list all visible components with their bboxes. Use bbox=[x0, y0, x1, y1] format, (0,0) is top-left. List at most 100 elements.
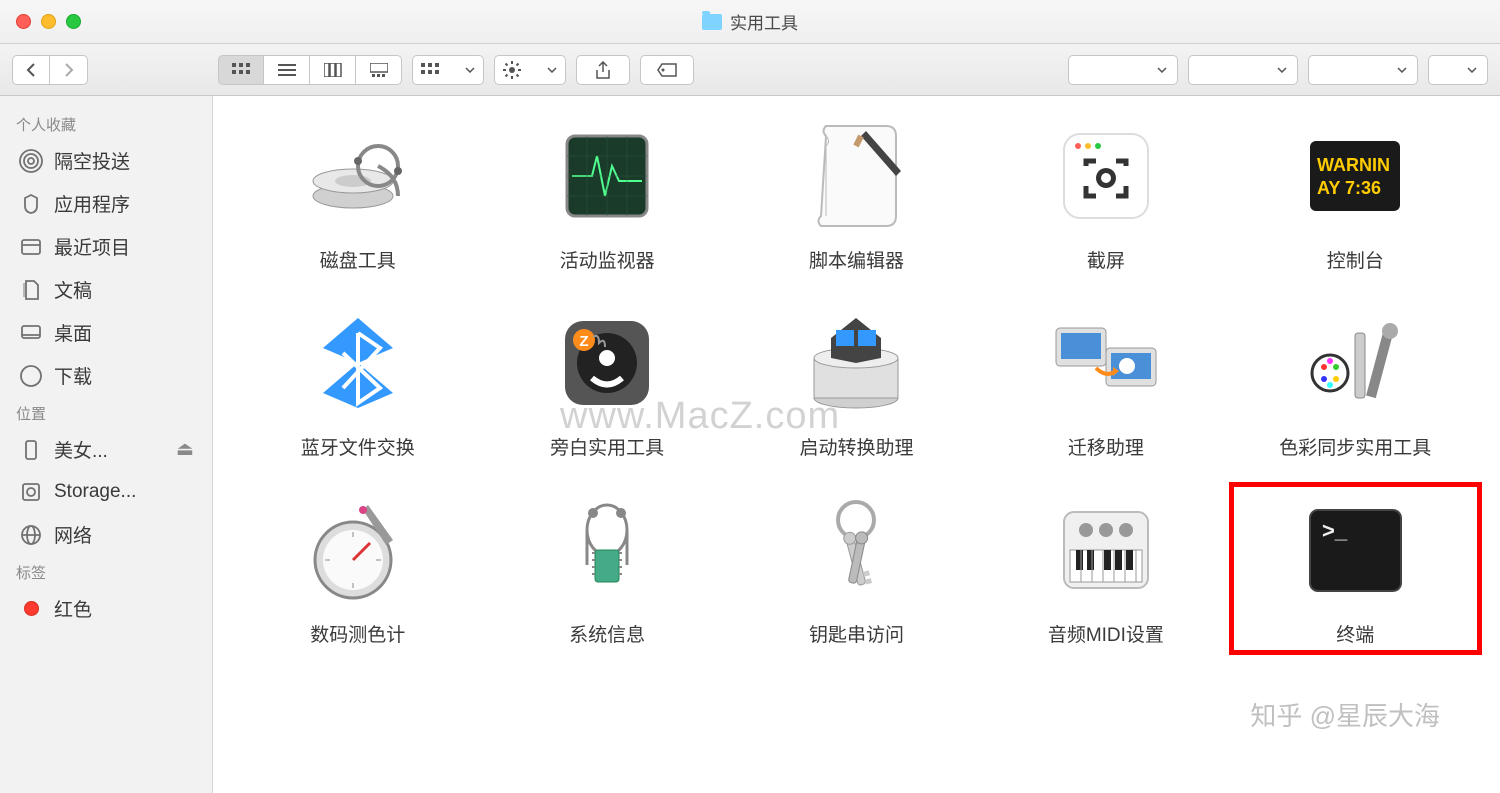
dropdown-1[interactable] bbox=[1068, 55, 1178, 85]
arrange-button[interactable] bbox=[412, 55, 484, 85]
apps-icon bbox=[18, 191, 44, 217]
content: 个人收藏隔空投送应用程序最近项目文稿桌面下载位置美女...⏏Storage...… bbox=[0, 96, 1500, 793]
app-script[interactable]: 脚本编辑器 bbox=[742, 116, 971, 273]
app-label: 脚本编辑器 bbox=[809, 246, 904, 273]
view-buttons bbox=[218, 55, 402, 85]
terminal-icon: >_ bbox=[1295, 490, 1415, 610]
app-colormeter[interactable]: 数码测色计 bbox=[243, 490, 472, 647]
svg-text:>_: >_ bbox=[1322, 518, 1348, 543]
sidebar-item-label: 隔空投送 bbox=[54, 147, 130, 174]
sidebar-header: 标签 bbox=[0, 556, 212, 587]
dropdown-4[interactable] bbox=[1428, 55, 1488, 85]
voiceover-icon: Z bbox=[547, 303, 667, 423]
bluetooth-icon bbox=[298, 303, 418, 423]
minimize-button[interactable] bbox=[41, 14, 56, 29]
recent-icon bbox=[18, 234, 44, 260]
desktop-icon bbox=[18, 320, 44, 346]
app-label: 数码测色计 bbox=[310, 620, 405, 647]
app-migration[interactable]: 迁移助理 bbox=[991, 303, 1220, 460]
midi-icon bbox=[1046, 490, 1166, 610]
disk-utility-icon bbox=[298, 116, 418, 236]
dropdown-2[interactable] bbox=[1188, 55, 1298, 85]
app-voiceover[interactable]: Z 旁白实用工具 bbox=[492, 303, 721, 460]
action-button[interactable] bbox=[494, 55, 566, 85]
app-terminal[interactable]: >_ 终端 bbox=[1241, 490, 1470, 647]
disk-icon bbox=[18, 479, 44, 505]
close-button[interactable] bbox=[16, 14, 31, 29]
gallery-view-button[interactable] bbox=[356, 55, 402, 85]
app-label: 旁白实用工具 bbox=[550, 433, 664, 460]
app-bluetooth[interactable]: 蓝牙文件交换 bbox=[243, 303, 472, 460]
app-label: 控制台 bbox=[1327, 246, 1384, 273]
app-activity[interactable]: 活动监视器 bbox=[492, 116, 721, 273]
svg-text:AY 7:36: AY 7:36 bbox=[1317, 178, 1381, 198]
app-label: 色彩同步实用工具 bbox=[1279, 433, 1431, 460]
share-button[interactable] bbox=[576, 55, 630, 85]
app-console[interactable]: WARNIN AY 7:36 控制台 bbox=[1241, 116, 1470, 273]
sidebar-item-label: 最近项目 bbox=[54, 233, 130, 260]
sidebar-item-label: 红色 bbox=[54, 595, 92, 622]
folder-icon bbox=[702, 14, 722, 30]
globe-icon bbox=[18, 522, 44, 548]
screenshot-icon bbox=[1046, 116, 1166, 236]
migration-icon bbox=[1046, 303, 1166, 423]
app-label: 系统信息 bbox=[569, 620, 645, 647]
back-button[interactable] bbox=[12, 55, 50, 85]
nav-buttons bbox=[12, 55, 88, 85]
sidebar-item-apps[interactable]: 应用程序 bbox=[0, 182, 212, 225]
icon-view-button[interactable] bbox=[218, 55, 264, 85]
app-label: 截屏 bbox=[1087, 246, 1125, 273]
column-view-button[interactable] bbox=[310, 55, 356, 85]
app-label: 迁移助理 bbox=[1068, 433, 1144, 460]
app-label: 活动监视器 bbox=[560, 246, 655, 273]
app-label: 终端 bbox=[1336, 620, 1374, 647]
app-midi[interactable]: 音频MIDI设置 bbox=[991, 490, 1220, 647]
sidebar-item-docs[interactable]: 文稿 bbox=[0, 268, 212, 311]
sidebar: 个人收藏隔空投送应用程序最近项目文稿桌面下载位置美女...⏏Storage...… bbox=[0, 96, 213, 793]
eject-icon[interactable]: ⏏ bbox=[176, 438, 194, 461]
sidebar-item-label: 应用程序 bbox=[54, 190, 130, 217]
svg-text:WARNIN: WARNIN bbox=[1317, 155, 1390, 175]
toolbar bbox=[0, 44, 1500, 96]
sidebar-item-disk[interactable]: Storage... bbox=[0, 471, 212, 513]
app-label: 蓝牙文件交换 bbox=[301, 433, 415, 460]
sidebar-item-label: 下载 bbox=[54, 362, 92, 389]
sidebar-item-phone[interactable]: 美女... ⏏ bbox=[0, 428, 212, 471]
app-grid: 磁盘工具 活动监视器 脚本编辑器 截屏 WARNIN AY 7:36 控制台蓝牙文件交换 Z 旁… bbox=[213, 96, 1500, 793]
app-disk-utility[interactable]: 磁盘工具 bbox=[243, 116, 472, 273]
app-keychain[interactable]: 钥匙串访问 bbox=[742, 490, 971, 647]
app-label: 启动转换助理 bbox=[799, 433, 913, 460]
tag-button[interactable] bbox=[640, 55, 694, 85]
app-screenshot[interactable]: 截屏 bbox=[991, 116, 1220, 273]
list-view-button[interactable] bbox=[264, 55, 310, 85]
colorsync-icon bbox=[1295, 303, 1415, 423]
console-icon: WARNIN AY 7:36 bbox=[1295, 116, 1415, 236]
app-label: 音频MIDI设置 bbox=[1048, 620, 1164, 647]
activity-icon bbox=[547, 116, 667, 236]
sidebar-item-label: 网络 bbox=[54, 521, 92, 548]
sidebar-item-label: 美女... bbox=[54, 436, 108, 463]
app-label: 钥匙串访问 bbox=[809, 620, 904, 647]
app-colorsync[interactable]: 色彩同步实用工具 bbox=[1241, 303, 1470, 460]
dropdown-3[interactable] bbox=[1308, 55, 1418, 85]
svg-text:Z: Z bbox=[580, 333, 589, 350]
app-label: 磁盘工具 bbox=[320, 246, 396, 273]
sysinfo-icon bbox=[547, 490, 667, 610]
sidebar-item-label: 文稿 bbox=[54, 276, 92, 303]
window-controls bbox=[16, 14, 81, 29]
app-bootcamp[interactable]: 启动转换助理 bbox=[742, 303, 971, 460]
sidebar-item-tag-red[interactable]: 红色 bbox=[0, 587, 212, 630]
app-sysinfo[interactable]: 系统信息 bbox=[492, 490, 721, 647]
tag-red-icon bbox=[18, 596, 44, 622]
sidebar-item-airdrop[interactable]: 隔空投送 bbox=[0, 139, 212, 182]
sidebar-item-recent[interactable]: 最近项目 bbox=[0, 225, 212, 268]
zoom-button[interactable] bbox=[66, 14, 81, 29]
sidebar-item-globe[interactable]: 网络 bbox=[0, 513, 212, 556]
sidebar-item-label: Storage... bbox=[54, 481, 136, 503]
docs-icon bbox=[18, 277, 44, 303]
forward-button[interactable] bbox=[50, 55, 88, 85]
sidebar-item-download[interactable]: 下载 bbox=[0, 354, 212, 397]
colormeter-icon bbox=[298, 490, 418, 610]
phone-icon bbox=[18, 437, 44, 463]
sidebar-item-desktop[interactable]: 桌面 bbox=[0, 311, 212, 354]
